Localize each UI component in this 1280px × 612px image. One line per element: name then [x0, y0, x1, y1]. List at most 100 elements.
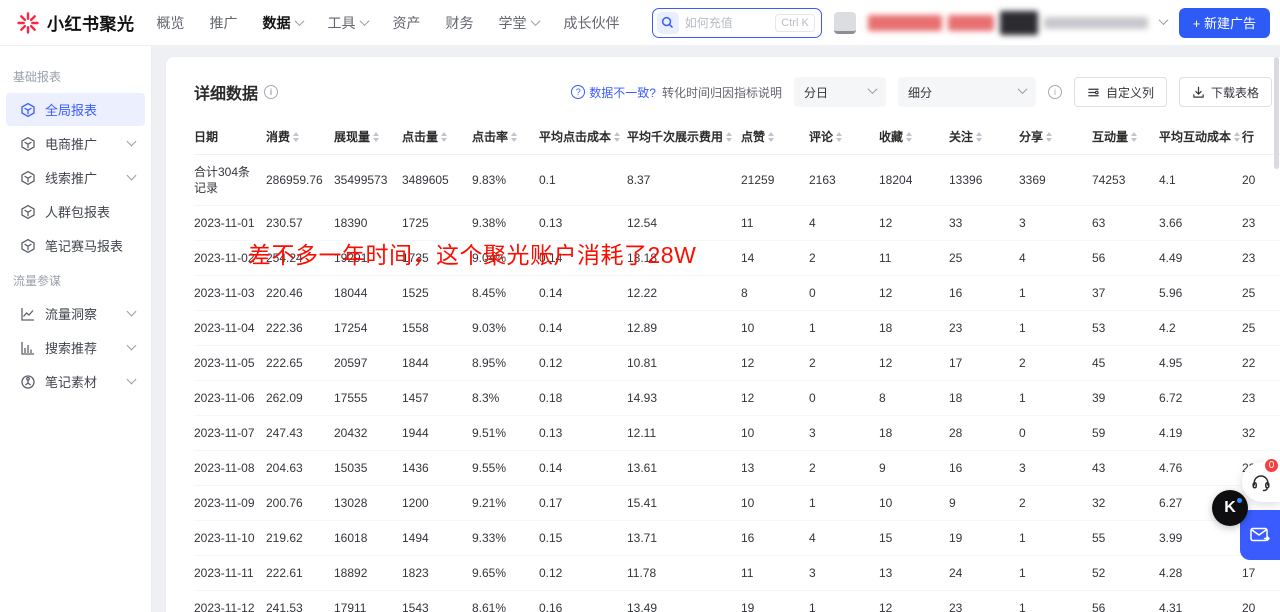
sidebar-item-search-recommend[interactable]: 搜索推荐 [6, 331, 145, 364]
search-input[interactable] [685, 16, 770, 30]
table-cell: 18 [879, 416, 949, 451]
sort-icon[interactable] [836, 132, 842, 142]
app-logo[interactable]: 小红书聚光 [8, 10, 143, 35]
table-cell: 3 [1019, 206, 1092, 241]
nav-item-data[interactable]: 数据 [263, 13, 303, 33]
page-scrollbar[interactable] [1274, 57, 1279, 169]
sidebar-item-global-report[interactable]: 全局报表 [6, 93, 145, 126]
message-widget-button[interactable] [1240, 510, 1280, 560]
new-ad-button[interactable]: + 新建广告 [1179, 8, 1270, 38]
data-inconsistent-link[interactable]: 数据不一致? [571, 84, 656, 101]
column-header[interactable]: 互动量 [1092, 119, 1159, 155]
column-header[interactable]: 点击量 [402, 119, 472, 155]
table-row: 2023-11-02254.241929117359.04%0.1413.181… [194, 241, 1280, 276]
table-total-row: 合计304条记录286959.763549957334896059.83%0.1… [194, 155, 1280, 206]
sort-icon[interactable] [293, 132, 299, 142]
table-cell: 11 [741, 556, 809, 591]
granularity-select[interactable]: 分日 [794, 77, 886, 107]
column-header-label: 平均互动成本 [1159, 128, 1231, 145]
sort-icon[interactable] [1046, 132, 1052, 142]
sidebar-item-label: 搜索推荐 [45, 338, 119, 357]
sidebar-item-note-material[interactable]: 笔记素材 [6, 365, 145, 398]
nav-item-promotion[interactable]: 推广 [210, 13, 238, 33]
avatar[interactable] [834, 12, 856, 34]
table-cell: 8.95% [472, 346, 539, 381]
download-table-button[interactable]: 下载表格 [1179, 77, 1272, 107]
table-cell: 4.49 [1159, 241, 1242, 276]
table-cell: 19291 [334, 241, 402, 276]
column-header[interactable]: 展现量 [334, 119, 402, 155]
table-cell: 0.15 [539, 521, 627, 556]
nav-item-finance[interactable]: 财务 [446, 13, 474, 33]
table-cell: 1525 [402, 276, 472, 311]
sort-icon[interactable] [726, 132, 732, 142]
info-icon[interactable] [1048, 85, 1062, 99]
table-cell: 3.66 [1159, 206, 1242, 241]
column-header[interactable]: 点赞 [741, 119, 809, 155]
table-cell: 9.04% [472, 241, 539, 276]
sidebar-item-audience-report[interactable]: 人群包报表 [6, 195, 145, 228]
table-cell: 2023-11-07 [194, 416, 266, 451]
sidebar-item-traffic-insight[interactable]: 流量洞察 [6, 297, 145, 330]
table-cell: 53 [1092, 311, 1159, 346]
column-header[interactable]: 点击率 [472, 119, 539, 155]
column-header[interactable]: 平均点击成本 [539, 119, 627, 155]
sort-icon[interactable] [614, 132, 620, 142]
table-cell: 4.95 [1159, 346, 1242, 381]
column-header[interactable]: 分享 [1019, 119, 1092, 155]
sort-icon[interactable] [768, 132, 774, 142]
sort-icon[interactable] [976, 132, 982, 142]
segment-select[interactable]: 细分 [898, 77, 1036, 107]
sort-icon[interactable] [906, 132, 912, 142]
report-icon [20, 238, 36, 254]
table-cell: 18204 [879, 155, 949, 206]
table-cell: 9.55% [472, 451, 539, 486]
download-icon [1192, 86, 1205, 99]
table-cell: 18 [879, 311, 949, 346]
table-cell: 241.53 [266, 591, 334, 612]
table-cell: 12 [879, 276, 949, 311]
sort-icon[interactable] [1234, 132, 1240, 142]
nav-item-overview[interactable]: 概览 [157, 13, 185, 33]
search-box[interactable]: Ctrl K [652, 8, 822, 38]
nav-item-assets[interactable]: 资产 [393, 13, 421, 33]
customize-columns-button[interactable]: 自定义列 [1074, 77, 1167, 107]
nav-item-tools[interactable]: 工具 [328, 13, 368, 33]
table-cell: 14.93 [627, 381, 741, 416]
sidebar-item-label: 流量洞察 [45, 304, 119, 323]
search-icon[interactable] [657, 12, 679, 34]
table-cell: 23 [1242, 241, 1280, 276]
sidebar-item-note-race-report[interactable]: 笔记赛马报表 [6, 229, 145, 262]
column-header[interactable]: 平均互动成本 [1159, 119, 1242, 155]
nav-item-growth-partner[interactable]: 成长伙伴 [564, 13, 620, 33]
table-cell: 2023-11-02 [194, 241, 266, 276]
chevron-down-icon [868, 84, 878, 94]
column-header[interactable]: 平均千次展示费用 [627, 119, 741, 155]
table-cell: 13.18 [627, 241, 741, 276]
sort-icon[interactable] [373, 132, 379, 142]
column-header: 日期 [194, 119, 266, 155]
sidebar-item-ecommerce-promo[interactable]: 电商推广 [6, 127, 145, 160]
sidebar-item-lead-promo[interactable]: 线索推广 [6, 161, 145, 194]
sort-icon[interactable] [1131, 132, 1137, 142]
account-chevron-down-icon[interactable] [1158, 15, 1168, 25]
sort-icon[interactable] [511, 132, 517, 142]
nav-item-academy[interactable]: 学堂 [499, 13, 539, 33]
k-logo-button[interactable]: K [1212, 490, 1248, 526]
info-icon[interactable] [264, 85, 278, 99]
sort-icon[interactable] [441, 132, 447, 142]
table-cell: 222.65 [266, 346, 334, 381]
column-header[interactable]: 评论 [809, 119, 879, 155]
column-header[interactable]: 关注 [949, 119, 1019, 155]
customer-service-button[interactable]: 0 [1242, 462, 1280, 502]
column-header[interactable]: 消费 [266, 119, 334, 155]
table-cell: 0.14 [539, 451, 627, 486]
sidebar-item-label: 笔记素材 [45, 372, 119, 391]
table-cell: 1 [1019, 591, 1092, 612]
table-cell: 11.78 [627, 556, 741, 591]
column-header[interactable]: 收藏 [879, 119, 949, 155]
table-cell: 9 [949, 486, 1019, 521]
sidebar-item-label: 线索推广 [45, 168, 119, 187]
chevron-down-icon [127, 375, 137, 385]
table-cell: 8.37 [627, 155, 741, 206]
